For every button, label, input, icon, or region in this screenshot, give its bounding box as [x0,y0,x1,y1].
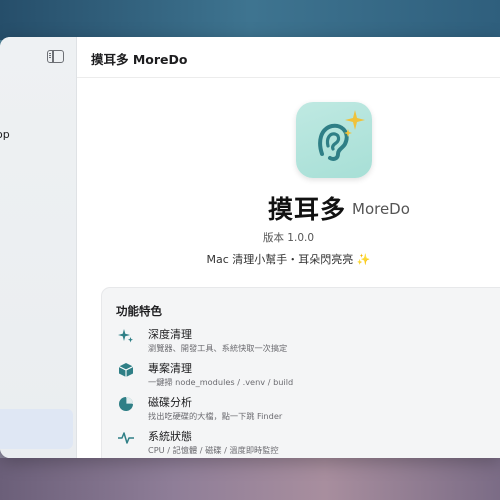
sidebar-toggle-icon[interactable] [47,50,64,63]
main-content: 摸耳多 MoreDo 摸耳多 MoreDo 版本 1.0.0 Mac 清理小幫手… [77,37,500,458]
feature-name: 專案清理 [148,362,192,375]
features-title: 功能特色 [116,304,162,318]
sidebar-item[interactable]: op [0,128,10,141]
desktop-wallpaper-bottom [0,458,500,500]
feature-desc: 一鍵掃 node_modules / .venv / build [148,377,294,387]
sparkle-icon [344,110,365,137]
app-window: op 摸耳多 MoreDo 摸耳多 MoreDo 版本 1.0.0 Mac 清理… [0,37,500,458]
desktop-wallpaper-top [0,0,500,40]
sparkle-emoji: ✨ [356,253,371,266]
package-icon [118,363,134,377]
sparkles-icon [118,329,133,343]
tagline-text: Mac 清理小幫手・耳朵閃亮亮 [206,253,354,266]
feature-desc: 瀏覽器、開發工具、系統快取一次搞定 [148,343,288,353]
waveform-icon [118,432,134,444]
feature-item-disk-analysis: 磁碟分析 找出吃硬碟的大檔，點一下跳 Finder [118,394,498,424]
version-label: 版本 1.0.0 [262,232,315,244]
sidebar: op [0,37,77,458]
tagline: Mac 清理小幫手・耳朵閃亮亮 ✨ [77,251,500,267]
feature-name: 磁碟分析 [148,396,192,409]
features-card: 功能特色 深度清理 瀏覽器、開發工具、系統快取一次搞定 專案清理 一鍵掃 nod… [101,287,500,458]
feature-name: 深度清理 [148,328,192,341]
ear-icon [318,123,349,161]
feature-item-deep-clean: 深度清理 瀏覽器、開發工具、系統快取一次搞定 [118,326,498,356]
sidebar-item-selected[interactable] [0,409,73,449]
feature-name: 系統狀態 [148,430,192,443]
feature-desc: 找出吃硬碟的大檔，點一下跳 Finder [148,411,283,421]
app-name-english: MoreDo [352,200,410,218]
title-bar: 摸耳多 MoreDo [77,37,500,78]
pie-chart-icon [119,397,133,411]
window-title: 摸耳多 MoreDo [91,52,188,67]
feature-desc: CPU / 記憶體 / 磁碟 / 溫度即時監控 [148,445,279,455]
feature-item-system-status: 系統狀態 CPU / 記憶體 / 磁碟 / 溫度即時監控 [118,428,498,458]
app-icon [296,102,372,178]
app-name: 摸耳多 [268,195,347,224]
feature-item-project-clean: 專案清理 一鍵掃 node_modules / .venv / build [118,360,498,390]
